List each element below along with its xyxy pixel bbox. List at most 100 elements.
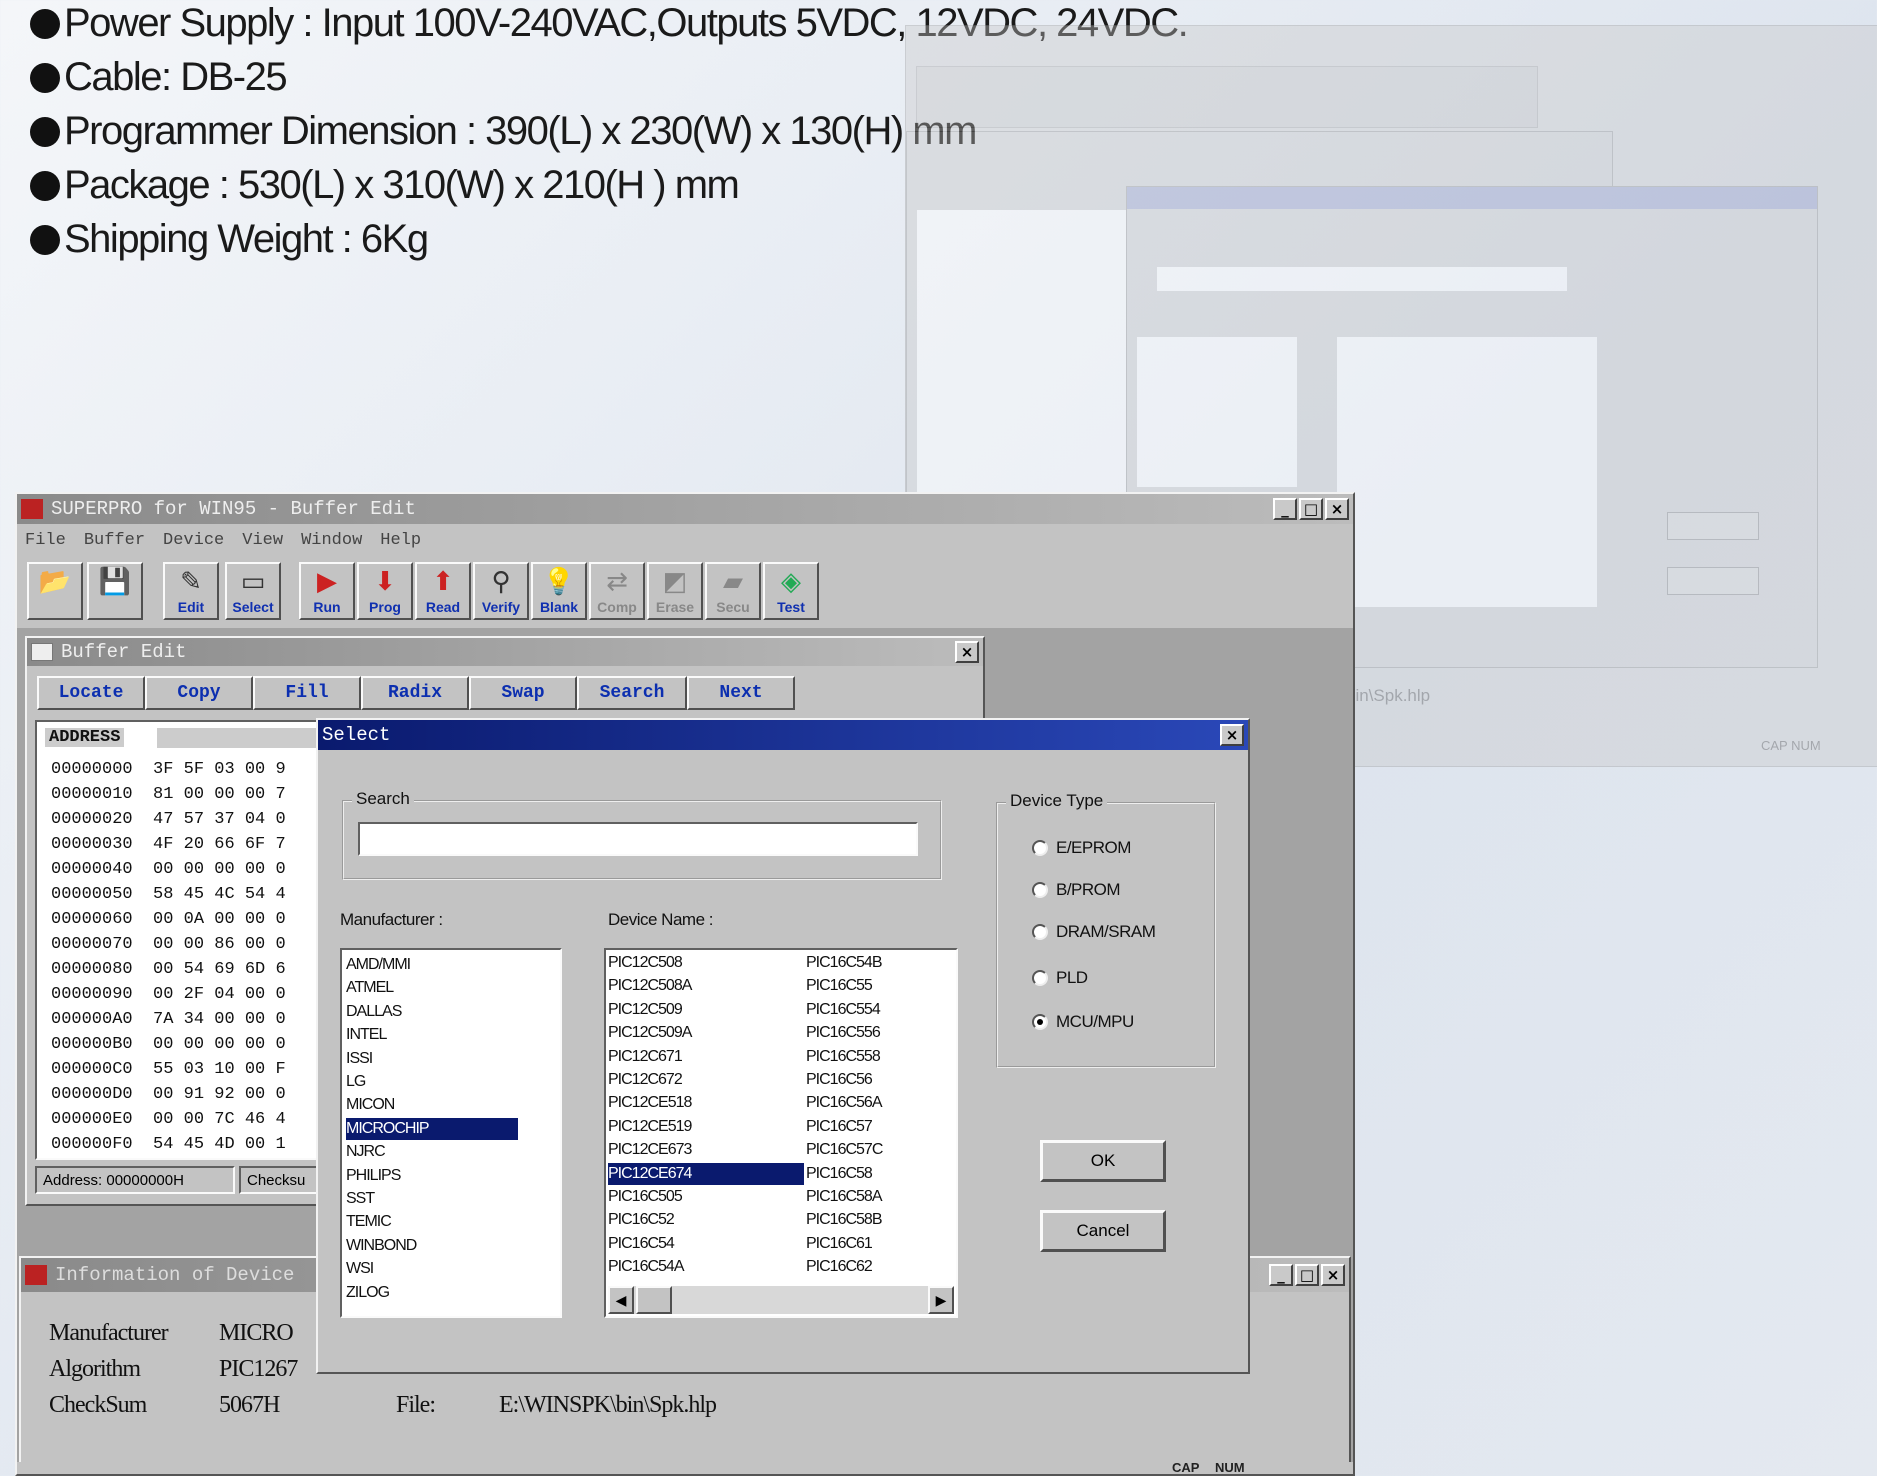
manufacturer-item[interactable]: AMD/MMI — [346, 954, 411, 976]
hex-row[interactable]: 00000000 3F 5F 03 00 9 — [51, 760, 286, 779]
fill-button[interactable]: Fill — [253, 676, 361, 710]
device-item[interactable]: PIC16C58B — [806, 1209, 882, 1231]
swap-button[interactable]: Swap — [469, 676, 577, 710]
hex-row[interactable]: 00000040 00 00 00 00 0 — [51, 860, 286, 879]
radio-dram-sram[interactable]: DRAM/SRAM — [1032, 922, 1156, 942]
device-item[interactable]: PIC12C672 — [608, 1069, 683, 1091]
manufacturer-item[interactable]: WSI — [346, 1258, 374, 1280]
hex-row[interactable]: 000000A0 7A 34 00 00 0 — [51, 1010, 286, 1029]
secu-button[interactable]: ▰ Secu — [705, 562, 761, 620]
device-item[interactable]: PIC12C671 — [608, 1046, 683, 1068]
hex-bytes[interactable]: 00 00 7C 46 4 — [153, 1110, 286, 1129]
close-button[interactable]: × — [1325, 498, 1349, 520]
menu-view[interactable]: View — [242, 531, 283, 550]
radio-button-selected[interactable] — [1032, 1014, 1048, 1030]
manufacturer-item[interactable]: WINBOND — [346, 1235, 417, 1257]
menu-buffer[interactable]: Buffer — [84, 531, 145, 550]
hex-row[interactable]: 000000D0 00 91 92 00 0 — [51, 1085, 286, 1104]
locate-button[interactable]: Locate — [37, 676, 145, 710]
manufacturer-item[interactable]: ATMEL — [346, 977, 394, 999]
device-item[interactable]: PIC16C558 — [806, 1046, 881, 1068]
hex-bytes[interactable]: 81 00 00 00 7 — [153, 785, 286, 804]
hex-bytes[interactable]: 55 03 10 00 F — [153, 1060, 286, 1079]
device-item[interactable]: PIC12C509 — [608, 999, 683, 1021]
device-item[interactable]: PIC16C58 — [806, 1163, 873, 1185]
device-item[interactable]: PIC16C54A — [608, 1256, 684, 1278]
device-item[interactable]: PIC16C55 — [806, 975, 873, 997]
device-item[interactable]: PIC16C52 — [608, 1209, 675, 1231]
menu-window[interactable]: Window — [301, 531, 362, 550]
hex-bytes[interactable]: 47 57 37 04 0 — [153, 810, 286, 829]
hex-bytes[interactable]: 00 00 86 00 0 — [153, 935, 286, 954]
hex-row[interactable]: 00000030 4F 20 66 6F 7 — [51, 835, 286, 854]
radio-button[interactable] — [1032, 924, 1048, 940]
hex-bytes[interactable]: 3F 5F 03 00 9 — [153, 760, 286, 779]
minimize-button[interactable]: _ — [1273, 498, 1297, 520]
run-button[interactable]: ▶ Run — [299, 562, 355, 620]
hex-row[interactable]: 000000C0 55 03 10 00 F — [51, 1060, 286, 1079]
blank-button[interactable]: 💡 Blank — [531, 562, 587, 620]
manufacturer-item[interactable]: LG — [346, 1071, 366, 1093]
scroll-right-button[interactable]: ▶ — [928, 1286, 954, 1314]
info-close-button[interactable]: × — [1321, 1264, 1345, 1286]
device-list-hscrollbar[interactable]: ◀ ▶ — [608, 1286, 954, 1314]
radio-eeprom[interactable]: E/EPROM — [1032, 838, 1131, 858]
manufacturer-item[interactable]: MICON — [346, 1094, 395, 1116]
read-button[interactable]: ⬆ Read — [415, 562, 471, 620]
device-item[interactable]: PIC12C509A — [608, 1022, 692, 1044]
manufacturer-item[interactable]: ISSI — [346, 1048, 373, 1070]
manufacturer-item[interactable]: TEMIC — [346, 1211, 392, 1233]
scroll-left-button[interactable]: ◀ — [608, 1286, 634, 1314]
select-close-button[interactable]: × — [1220, 724, 1244, 746]
hex-bytes[interactable]: 7A 34 00 00 0 — [153, 1010, 286, 1029]
test-button[interactable]: ◈ Test — [763, 562, 819, 620]
device-item[interactable]: PIC16C556 — [806, 1022, 881, 1044]
info-maximize-button[interactable]: □ — [1295, 1264, 1319, 1286]
radio-bprom[interactable]: B/PROM — [1032, 880, 1121, 900]
info-minimize-button[interactable]: _ — [1269, 1264, 1293, 1286]
device-item[interactable]: PIC16C57C — [806, 1139, 883, 1161]
search-input[interactable] — [358, 822, 918, 856]
verify-button[interactable]: ⚲ Verify — [473, 562, 529, 620]
hex-row[interactable]: 00000080 00 54 69 6D 6 — [51, 960, 286, 979]
next-button[interactable]: Next — [687, 676, 795, 710]
manufacturer-item[interactable]: INTEL — [346, 1024, 387, 1046]
hex-bytes[interactable]: 58 45 4C 54 4 — [153, 885, 286, 904]
search-button[interactable]: Search — [577, 676, 687, 710]
device-list[interactable]: PIC12C508 PIC12C508A PIC12C509 PIC12C509A PI… — [604, 948, 958, 1318]
ok-button[interactable]: OK — [1040, 1140, 1166, 1182]
hex-row[interactable]: 000000B0 00 00 00 00 0 — [51, 1035, 286, 1054]
device-item[interactable]: PIC16C54 — [608, 1233, 675, 1255]
hex-bytes[interactable]: 00 54 69 6D 6 — [153, 960, 286, 979]
manufacturer-item[interactable]: SST — [346, 1188, 375, 1210]
comp-button[interactable]: ⇄ Comp — [589, 562, 645, 620]
device-item[interactable]: PIC12C508A — [608, 975, 692, 997]
device-item[interactable]: PIC16C62 — [806, 1256, 873, 1278]
device-item[interactable]: PIC16C505 — [608, 1186, 683, 1208]
hex-bytes[interactable]: 00 00 00 00 0 — [153, 860, 286, 879]
radio-mcu-mpu[interactable]: MCU/MPU — [1032, 1012, 1134, 1032]
edit-button[interactable]: ✎ Edit — [163, 562, 219, 620]
device-item[interactable]: PIC16C56A — [806, 1092, 882, 1114]
device-item[interactable]: PIC16C58A — [806, 1186, 882, 1208]
hex-row[interactable]: 00000070 00 00 86 00 0 — [51, 935, 286, 954]
maximize-button[interactable]: □ — [1299, 498, 1323, 520]
device-item[interactable]: PIC16C56 — [806, 1069, 873, 1091]
hex-bytes[interactable]: 54 45 4D 00 1 — [153, 1135, 286, 1154]
menu-help[interactable]: Help — [380, 531, 421, 550]
device-item[interactable]: PIC16C554 — [806, 999, 881, 1021]
hex-bytes[interactable]: 00 2F 04 00 0 — [153, 985, 286, 1004]
device-item[interactable]: PIC16C57 — [806, 1116, 873, 1138]
open-button[interactable]: 📂 — [27, 562, 83, 620]
radio-button[interactable] — [1032, 840, 1048, 856]
hex-row[interactable]: 00000060 00 0A 00 00 0 — [51, 910, 286, 929]
select-button[interactable]: ▭ Select — [225, 562, 281, 620]
hex-row[interactable]: 00000050 58 45 4C 54 4 — [51, 885, 286, 904]
manufacturer-item[interactable]: NJRC — [346, 1141, 386, 1163]
device-item[interactable]: PIC12CE519 — [608, 1116, 692, 1138]
manufacturer-list[interactable]: AMD/MMI ATMEL DALLAS INTEL ISSI LG MICON MICROC… — [340, 948, 562, 1318]
manufacturer-item[interactable]: DALLAS — [346, 1001, 402, 1023]
device-item[interactable]: PIC12CE674 — [608, 1162, 804, 1185]
radio-button[interactable] — [1032, 882, 1048, 898]
cancel-button[interactable]: Cancel — [1040, 1210, 1166, 1252]
